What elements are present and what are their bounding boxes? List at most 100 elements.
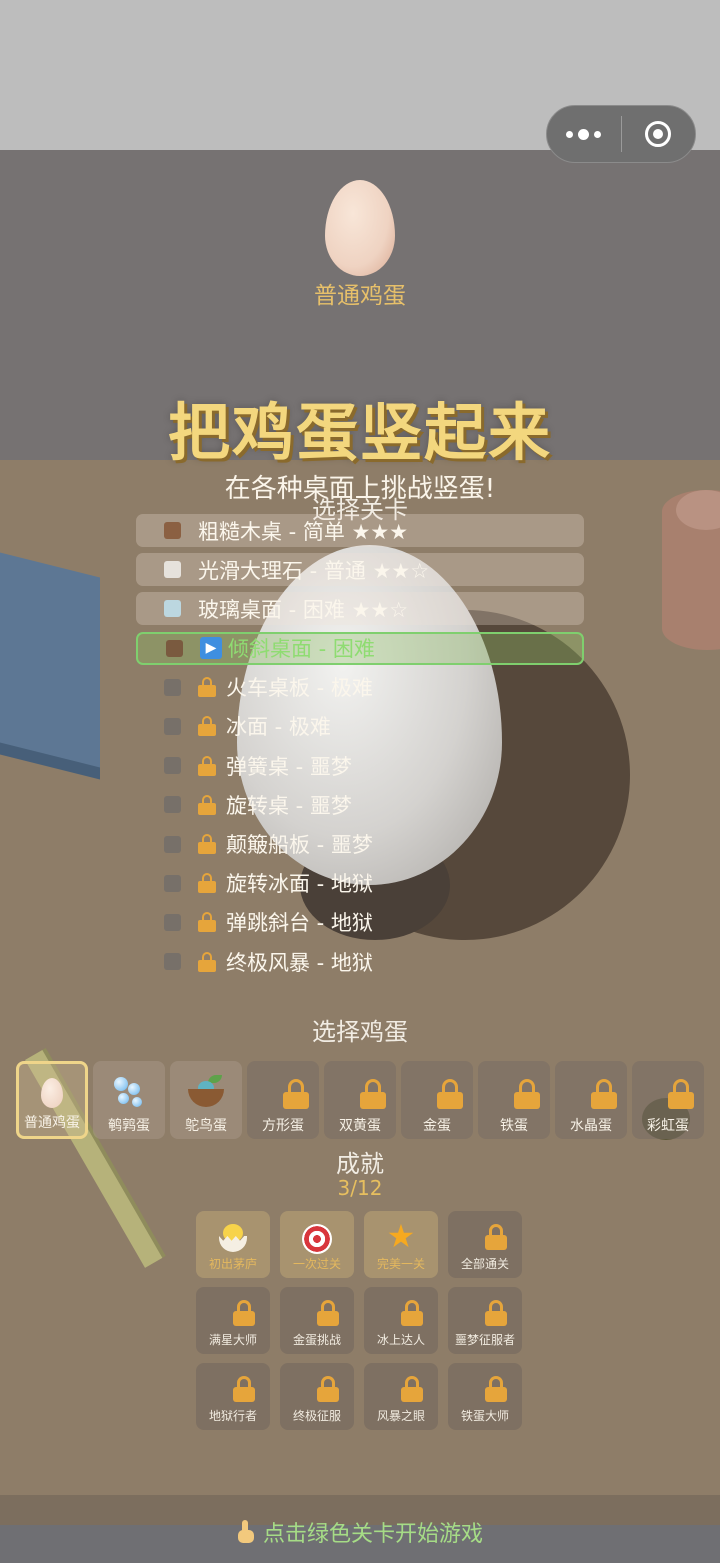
egg-option[interactable]: 普通鸡蛋 bbox=[16, 1061, 88, 1139]
achievement-label: 初出茅庐 bbox=[208, 1257, 257, 1271]
achievement-label: 地狱行者 bbox=[208, 1409, 257, 1423]
level-item[interactable]: 光滑大理石 - 普通 ★★☆ bbox=[136, 553, 584, 587]
level-item[interactable]: 弹簧桌 - 噩梦 bbox=[136, 749, 584, 782]
egg-option[interactable]: 水晶蛋 bbox=[555, 1061, 627, 1139]
lock-icon bbox=[198, 834, 216, 854]
star-icon: ★ bbox=[386, 1217, 416, 1255]
level-item[interactable]: 火车桌板 - 极难 bbox=[136, 671, 584, 704]
level-surface-swatch bbox=[164, 953, 181, 971]
level-surface-swatch bbox=[164, 835, 181, 853]
level-item[interactable]: 旋转冰面 - 地狱 bbox=[136, 867, 584, 900]
nest-icon bbox=[188, 1075, 224, 1109]
achievement-label: 满星大师 bbox=[208, 1333, 257, 1347]
egg-icon bbox=[41, 1078, 63, 1108]
achievement-label: 铁蛋大师 bbox=[460, 1409, 509, 1423]
game-title: 把鸡蛋竖起来 bbox=[167, 396, 552, 469]
achievements-count: 3/12 bbox=[337, 1176, 383, 1200]
egg-option[interactable]: 彩虹蛋 bbox=[632, 1061, 704, 1139]
achievement-label: 冰上达人 bbox=[376, 1333, 425, 1347]
level-surface-swatch bbox=[164, 874, 181, 892]
achievement-card: ★ 完美一关 bbox=[364, 1211, 438, 1278]
egg-option-label: 金蛋 bbox=[423, 1118, 451, 1134]
level-surface-swatch bbox=[164, 717, 181, 735]
blue-book-prop bbox=[0, 542, 100, 768]
achievement-label: 终极征服 bbox=[292, 1409, 341, 1423]
lock-icon bbox=[198, 755, 216, 776]
egg-option[interactable]: 鸵鸟蛋 bbox=[170, 1061, 242, 1139]
achievement-card: 风暴之眼 bbox=[364, 1363, 438, 1430]
egg-option[interactable]: 方形蛋 bbox=[247, 1061, 319, 1139]
bubbles-icon bbox=[112, 1075, 146, 1109]
achievement-label: 一次过关 bbox=[292, 1257, 341, 1271]
level-item[interactable]: 终极风暴 - 地狱 bbox=[136, 945, 584, 978]
level-label: 粗糙木桌 - 简单 ★★★ bbox=[198, 519, 409, 544]
achievement-card: 满星大师 bbox=[196, 1287, 270, 1354]
achievement-card: 全部通关 bbox=[448, 1211, 522, 1278]
achievement-card: 初出茅庐 bbox=[196, 1211, 270, 1278]
lock-icon bbox=[198, 677, 216, 698]
level-label: 终极风暴 - 地狱 bbox=[226, 950, 373, 975]
achievement-label: 噩梦征服者 bbox=[454, 1333, 515, 1347]
level-item[interactable]: 颠簸船板 - 噩梦 bbox=[136, 828, 584, 861]
achievement-card: 终极征服 bbox=[280, 1363, 354, 1430]
achievements-grid: 初出茅庐 一次过关 ★ 完美一关 全部通关满星大师 金蛋挑战 冰上达人 噩梦征服者地狱行者 终极… bbox=[196, 1211, 526, 1430]
level-label: 玻璃桌面 - 困难 ★★☆ bbox=[198, 597, 409, 622]
level-item[interactable]: 旋转桌 - 噩梦 bbox=[136, 788, 584, 821]
achievement-label: 金蛋挑战 bbox=[292, 1333, 341, 1347]
play-icon: ▶ bbox=[200, 637, 222, 660]
egg-option-label: 铁蛋 bbox=[500, 1118, 528, 1134]
menu-capsule bbox=[546, 105, 696, 163]
achievement-card: 一次过关 bbox=[280, 1211, 354, 1278]
level-label: 倾斜桌面 - 困难 bbox=[228, 637, 375, 662]
level-label: 光滑大理石 - 普通 ★★☆ bbox=[198, 558, 430, 583]
lock-icon bbox=[198, 912, 216, 933]
egg-option-label: 水晶蛋 bbox=[570, 1118, 612, 1134]
egg-option-label: 普通鸡蛋 bbox=[24, 1115, 80, 1131]
level-surface-swatch bbox=[164, 913, 181, 931]
achievements-heading: 成就 bbox=[336, 1150, 384, 1178]
egg-option-label: 方形蛋 bbox=[262, 1118, 304, 1134]
achievement-card: 铁蛋大师 bbox=[448, 1363, 522, 1430]
achievement-label: 风暴之眼 bbox=[376, 1409, 425, 1423]
level-label: 旋转冰面 - 地狱 bbox=[226, 872, 373, 897]
level-item[interactable]: ▶ 倾斜桌面 - 困难 bbox=[136, 631, 584, 665]
achievement-label: 全部通关 bbox=[460, 1257, 509, 1271]
level-item[interactable]: 玻璃桌面 - 困难 ★★☆ bbox=[136, 592, 584, 626]
level-surface-swatch bbox=[164, 561, 181, 579]
level-surface-swatch bbox=[164, 796, 181, 814]
egg-option[interactable]: 铁蛋 bbox=[478, 1061, 550, 1139]
egg-option[interactable]: 鹌鹑蛋 bbox=[93, 1061, 165, 1139]
egg-option-label: 鹌鹑蛋 bbox=[108, 1118, 150, 1134]
level-item[interactable]: 弹跳斜台 - 地狱 bbox=[136, 906, 584, 939]
more-dots-icon[interactable] bbox=[547, 105, 621, 163]
level-label: 火车桌板 - 极难 bbox=[226, 676, 373, 701]
egg-option-label: 鸵鸟蛋 bbox=[185, 1118, 227, 1134]
achievement-card: 金蛋挑战 bbox=[280, 1287, 354, 1354]
level-surface-swatch bbox=[166, 639, 183, 657]
start-hint-text: 点击绿色关卡开始游戏 bbox=[262, 1522, 483, 1547]
target-icon bbox=[302, 1224, 332, 1254]
egg-option-label: 彩虹蛋 bbox=[647, 1118, 689, 1134]
current-egg-label: 普通鸡蛋 bbox=[314, 283, 406, 309]
lock-icon bbox=[198, 873, 216, 894]
level-item[interactable]: 冰面 - 极难 bbox=[136, 710, 584, 743]
level-label: 弹跳斜台 - 地狱 bbox=[226, 911, 373, 936]
achievement-label: 完美一关 bbox=[376, 1257, 425, 1271]
start-hint: 点击绿色关卡开始游戏 bbox=[0, 1516, 720, 1548]
egg-option[interactable]: 金蛋 bbox=[401, 1061, 473, 1139]
egg-option-label: 双黄蛋 bbox=[339, 1118, 381, 1134]
egg-select-heading: 选择鸡蛋 bbox=[312, 1018, 408, 1046]
level-label: 旋转桌 - 噩梦 bbox=[226, 793, 352, 818]
pointing-hand-icon bbox=[237, 1520, 255, 1544]
close-circle-icon[interactable] bbox=[622, 105, 696, 163]
level-item[interactable]: 粗糙木桌 - 简单 ★★★ bbox=[136, 514, 584, 547]
egg-option[interactable]: 双黄蛋 bbox=[324, 1061, 396, 1139]
achievement-card: 冰上达人 bbox=[364, 1287, 438, 1354]
level-surface-swatch bbox=[164, 757, 181, 775]
achievement-card: 噩梦征服者 bbox=[448, 1287, 522, 1354]
level-surface-swatch bbox=[164, 600, 181, 618]
lock-icon bbox=[198, 794, 216, 815]
level-label: 冰面 - 极难 bbox=[226, 715, 331, 740]
lock-icon bbox=[198, 951, 216, 972]
lock-icon bbox=[198, 716, 216, 737]
